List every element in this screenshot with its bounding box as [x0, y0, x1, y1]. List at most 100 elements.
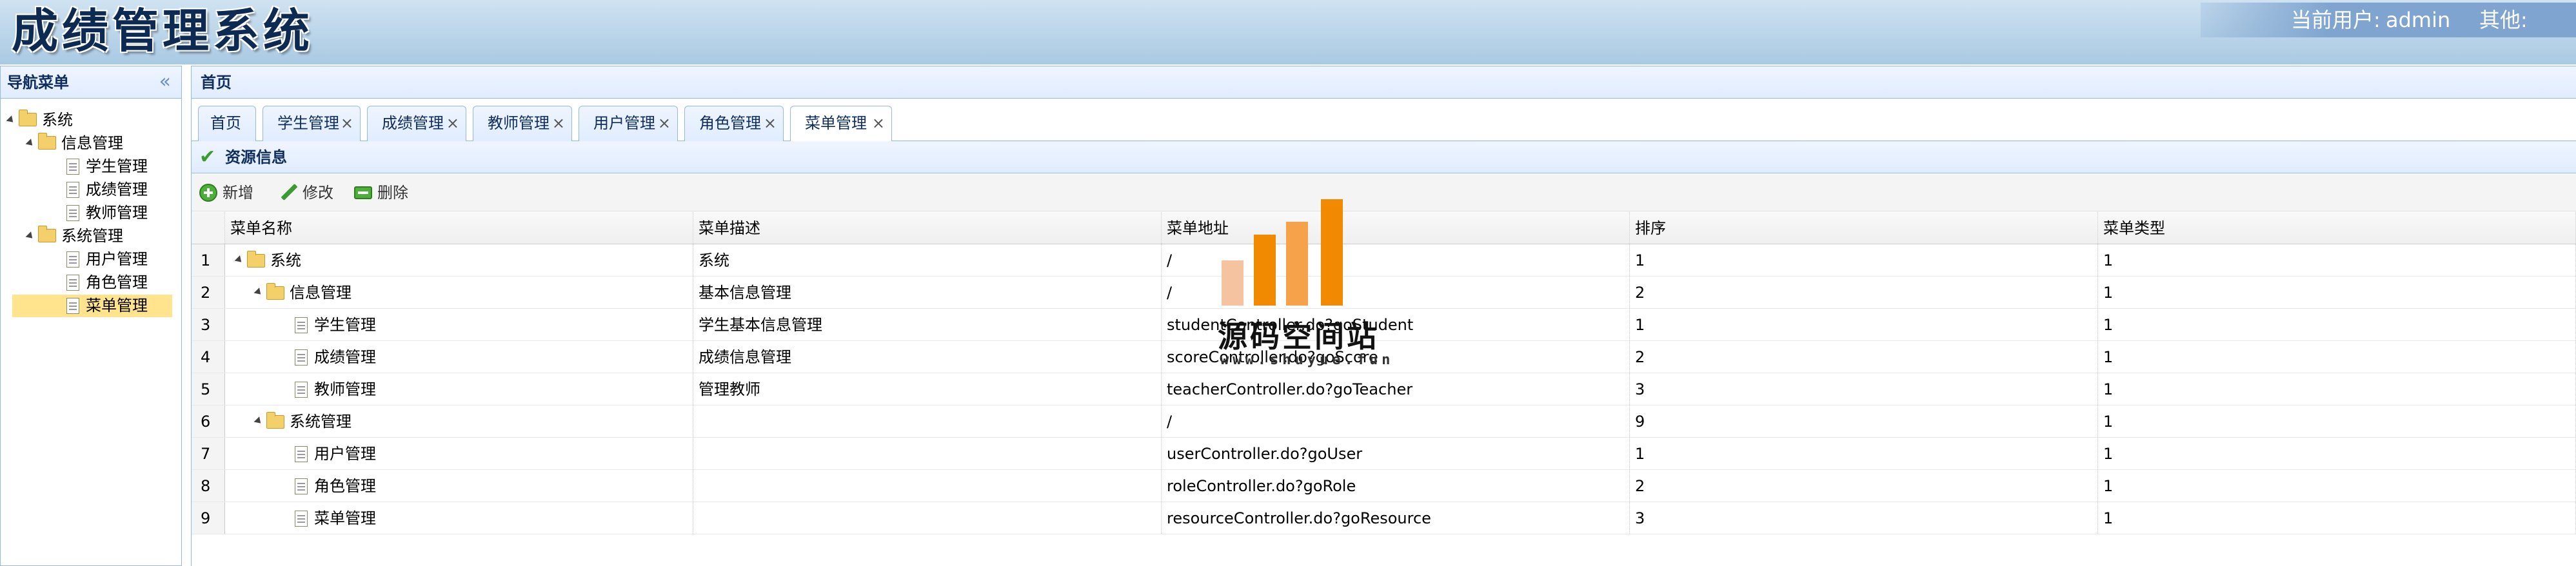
- add-icon: [199, 184, 217, 202]
- tab-label: 菜单管理: [805, 114, 867, 132]
- nav-tree-item[interactable]: 菜单管理: [12, 295, 172, 317]
- sort-order-cell: 1: [1630, 309, 2098, 340]
- nav-tree-label: 系统: [42, 111, 73, 129]
- nav-panel-header: 导航菜单 «: [1, 66, 181, 99]
- main-panel-title: 首页: [192, 66, 2576, 99]
- sort-order-cell: 2: [1630, 341, 2098, 373]
- folder-icon: [266, 412, 284, 429]
- nav-tree-item[interactable]: 系统: [6, 109, 172, 132]
- nav-tree-label: 成绩管理: [86, 181, 148, 199]
- nav-tree-item[interactable]: 角色管理: [12, 271, 172, 294]
- file-icon: [295, 446, 308, 462]
- edit-button-label: 修改: [302, 184, 333, 202]
- close-icon[interactable]: ×: [552, 106, 565, 140]
- menu-name: 学生管理: [314, 316, 376, 334]
- menu-name: 菜单管理: [314, 509, 376, 527]
- tab-home[interactable]: 首页: [198, 106, 256, 141]
- sort-order-cell: 9: [1630, 405, 2098, 437]
- close-icon[interactable]: ×: [341, 106, 353, 140]
- file-icon: [295, 382, 308, 398]
- expand-arrow-icon[interactable]: [25, 231, 35, 241]
- file-icon: [66, 205, 79, 221]
- watermark-bar: [1321, 199, 1343, 306]
- tab-label: 角色管理: [699, 114, 761, 132]
- pencil-icon: [279, 184, 297, 202]
- row-number: 5: [192, 373, 225, 405]
- menu-name-cell: 学生管理: [225, 309, 693, 340]
- close-icon[interactable]: ×: [658, 106, 671, 140]
- nav-tree-item[interactable]: 系统管理: [12, 225, 172, 248]
- folder-icon: [38, 133, 56, 150]
- menu-type-cell: 1: [2098, 244, 2576, 276]
- menu-name-cell: 系统: [225, 244, 693, 276]
- row-number: 1: [192, 244, 225, 276]
- tab-item[interactable]: 成绩管理 ×: [367, 106, 466, 141]
- current-user-label: 当前用户:: [2291, 8, 2381, 32]
- tab-item[interactable]: 学生管理 ×: [263, 106, 361, 141]
- sort-order-cell: 2: [1630, 470, 2098, 502]
- nav-tree-label: 学生管理: [86, 157, 148, 175]
- expand-arrow-icon[interactable]: [25, 139, 35, 148]
- grid-column-header[interactable]: 排序: [1630, 212, 2098, 244]
- menu-type-cell: 1: [2098, 470, 2576, 502]
- expand-arrow-icon[interactable]: [253, 416, 264, 426]
- menu-description-cell: 系统: [693, 244, 1162, 276]
- nav-tree-item[interactable]: 用户管理: [12, 248, 172, 271]
- row-number: 8: [192, 470, 225, 502]
- row-number: 4: [192, 341, 225, 373]
- grid-header-rownum: [192, 212, 225, 244]
- tab-item[interactable]: 角色管理 ×: [684, 106, 784, 141]
- current-user-name: admin: [2386, 8, 2451, 32]
- file-icon: [66, 298, 79, 314]
- nav-tree-item[interactable]: 成绩管理: [12, 179, 172, 201]
- table-row[interactable]: 6 系统管理 /9 1: [192, 405, 2576, 438]
- file-icon: [295, 511, 308, 527]
- menu-type-cell: 1: [2098, 373, 2576, 405]
- table-row[interactable]: 9 菜单管理 resourceController.do?goResource 3 1: [192, 502, 2576, 534]
- menu-description-cell: [693, 470, 1162, 502]
- checkmark-icon: ✔: [199, 146, 216, 168]
- tab-item[interactable]: 用户管理 ×: [579, 106, 678, 141]
- nav-tree-item[interactable]: 信息管理: [12, 132, 172, 155]
- tab-label: 用户管理: [593, 114, 655, 132]
- tab-item[interactable]: 菜单管理 ×: [790, 106, 892, 142]
- close-icon[interactable]: ×: [446, 106, 459, 140]
- grid-column-header[interactable]: 菜单名称: [225, 212, 693, 244]
- folder-icon: [266, 283, 284, 300]
- menu-url-cell: resourceController.do?goResource: [1162, 502, 1630, 534]
- nav-tree-label: 教师管理: [86, 204, 148, 222]
- expand-arrow-icon[interactable]: [253, 288, 264, 297]
- app-header: 成绩管理系统 当前用户: admin 其他:: [0, 0, 2576, 64]
- close-icon[interactable]: ×: [764, 106, 777, 140]
- delete-button-label: 删除: [377, 184, 408, 202]
- table-row[interactable]: 7 用户管理 userController.do?goUser 1 1: [192, 438, 2576, 470]
- nav-panel: 导航菜单 « 系统信息管理学生管理成绩管理教师管理系统管理 用户管理 角色管理菜单管…: [0, 66, 182, 566]
- expand-arrow-icon[interactable]: [6, 115, 16, 125]
- menu-name: 成绩管理: [314, 348, 376, 366]
- grid-column-header[interactable]: 菜单类型: [2098, 212, 2576, 244]
- nav-tree-item[interactable]: 教师管理: [12, 202, 172, 224]
- grid-column-header[interactable]: 菜单描述: [693, 212, 1162, 244]
- watermark-bar: [1286, 222, 1308, 306]
- menu-type-cell: 1: [2098, 405, 2576, 437]
- menu-name-cell: 信息管理: [225, 277, 693, 308]
- menu-type-cell: 1: [2098, 438, 2576, 469]
- table-row[interactable]: 8 角色管理 roleController.do?goRole 2 1: [192, 470, 2576, 502]
- tab-item[interactable]: 教师管理 ×: [473, 106, 572, 141]
- file-icon: [66, 275, 79, 291]
- watermark-bar: [1254, 235, 1276, 306]
- menu-description-cell: [693, 502, 1162, 534]
- menu-name-cell: 角色管理: [225, 470, 693, 502]
- sort-order-cell: 1: [1630, 438, 2098, 469]
- file-icon: [295, 349, 308, 366]
- double-chevron-left-icon[interactable]: «: [159, 70, 171, 93]
- menu-name: 信息管理: [290, 284, 352, 302]
- expand-arrow-icon[interactable]: [234, 255, 244, 265]
- watermark-url: www.shuyue.fun: [1220, 352, 1394, 368]
- nav-tree-item[interactable]: 学生管理: [12, 155, 172, 178]
- row-number: 9: [192, 502, 225, 534]
- nav-tree-label: 菜单管理: [86, 297, 148, 315]
- file-icon: [295, 317, 308, 333]
- close-icon[interactable]: ×: [872, 106, 885, 140]
- row-number: 7: [192, 438, 225, 469]
